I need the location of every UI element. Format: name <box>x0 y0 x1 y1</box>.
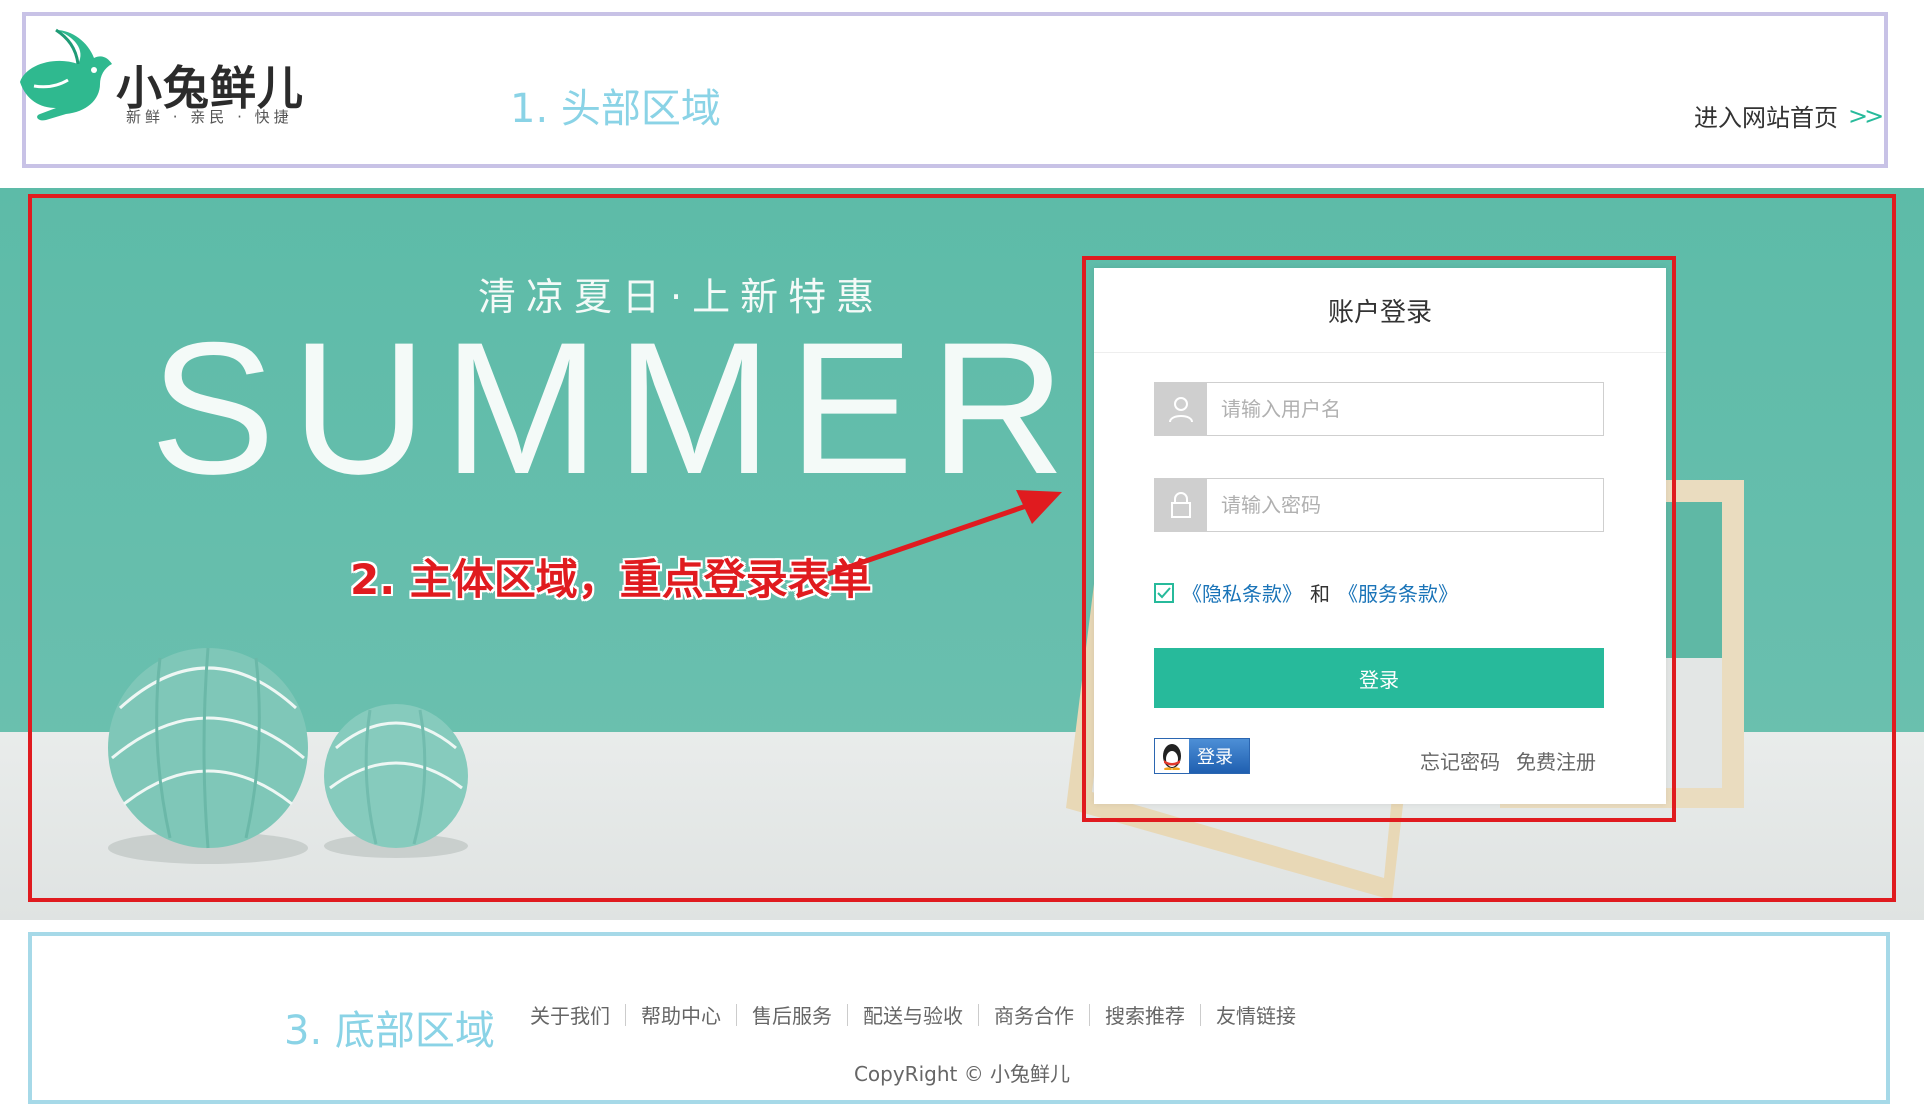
header-region-note: 1. 头部区域 <box>510 86 721 132</box>
enter-site-label: 进入网站首页 <box>1694 104 1838 132</box>
footer-divider <box>978 1003 979 1026</box>
footer-region-note: 3. 底部区域 <box>284 1008 495 1054</box>
enter-site-link[interactable]: 进入网站首页 >> <box>1694 98 1884 133</box>
annotation-arrow-icon <box>827 490 1062 577</box>
footer-divider <box>736 1003 737 1026</box>
footer-link-help[interactable]: 帮助中心 <box>641 1000 721 1029</box>
footer-link-about[interactable]: 关于我们 <box>530 1000 610 1029</box>
footer-nav: 关于我们 帮助中心 售后服务 配送与验收 商务合作 搜索推荐 友情链接 <box>530 1000 1296 1029</box>
logo-slogan: 新鲜 · 亲民 · 快捷 <box>126 108 293 126</box>
footer-link-aftersales[interactable]: 售后服务 <box>752 1000 832 1029</box>
login-form-outline <box>1082 256 1676 822</box>
main-region-note: 2. 主体区域，重点登录表单 <box>350 555 872 604</box>
copyright: CopyRight © 小兔鲜儿 <box>853 1062 1071 1086</box>
footer-link-delivery[interactable]: 配送与验收 <box>863 1000 963 1029</box>
footer-link-friends[interactable]: 友情链接 <box>1216 1000 1296 1029</box>
footer-link-business[interactable]: 商务合作 <box>994 1000 1074 1029</box>
footer-link-search[interactable]: 搜索推荐 <box>1105 1000 1185 1029</box>
footer-divider <box>625 1003 626 1026</box>
footer-divider <box>847 1003 848 1026</box>
double-chevron-right-icon: >> <box>1848 101 1884 130</box>
footer-divider <box>1200 1003 1201 1026</box>
footer-divider <box>1089 1003 1090 1026</box>
